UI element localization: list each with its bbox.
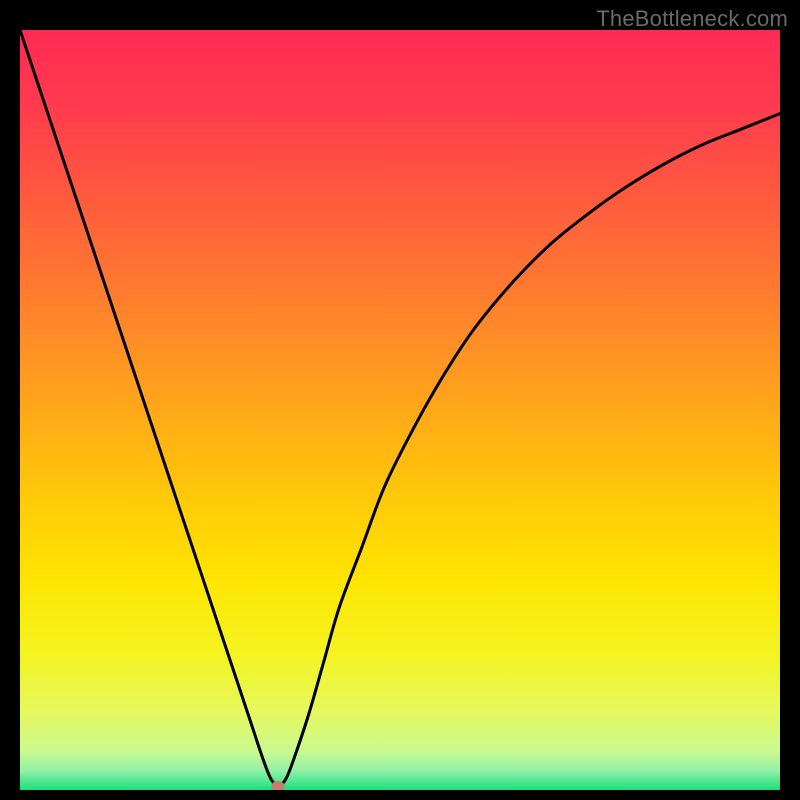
- minimum-marker: [272, 781, 285, 790]
- watermark-text: TheBottleneck.com: [596, 6, 788, 32]
- heatmap-background: [20, 30, 780, 790]
- chart-frame: TheBottleneck.com: [0, 0, 800, 800]
- chart-svg: [20, 30, 780, 790]
- plot-area: [20, 30, 780, 790]
